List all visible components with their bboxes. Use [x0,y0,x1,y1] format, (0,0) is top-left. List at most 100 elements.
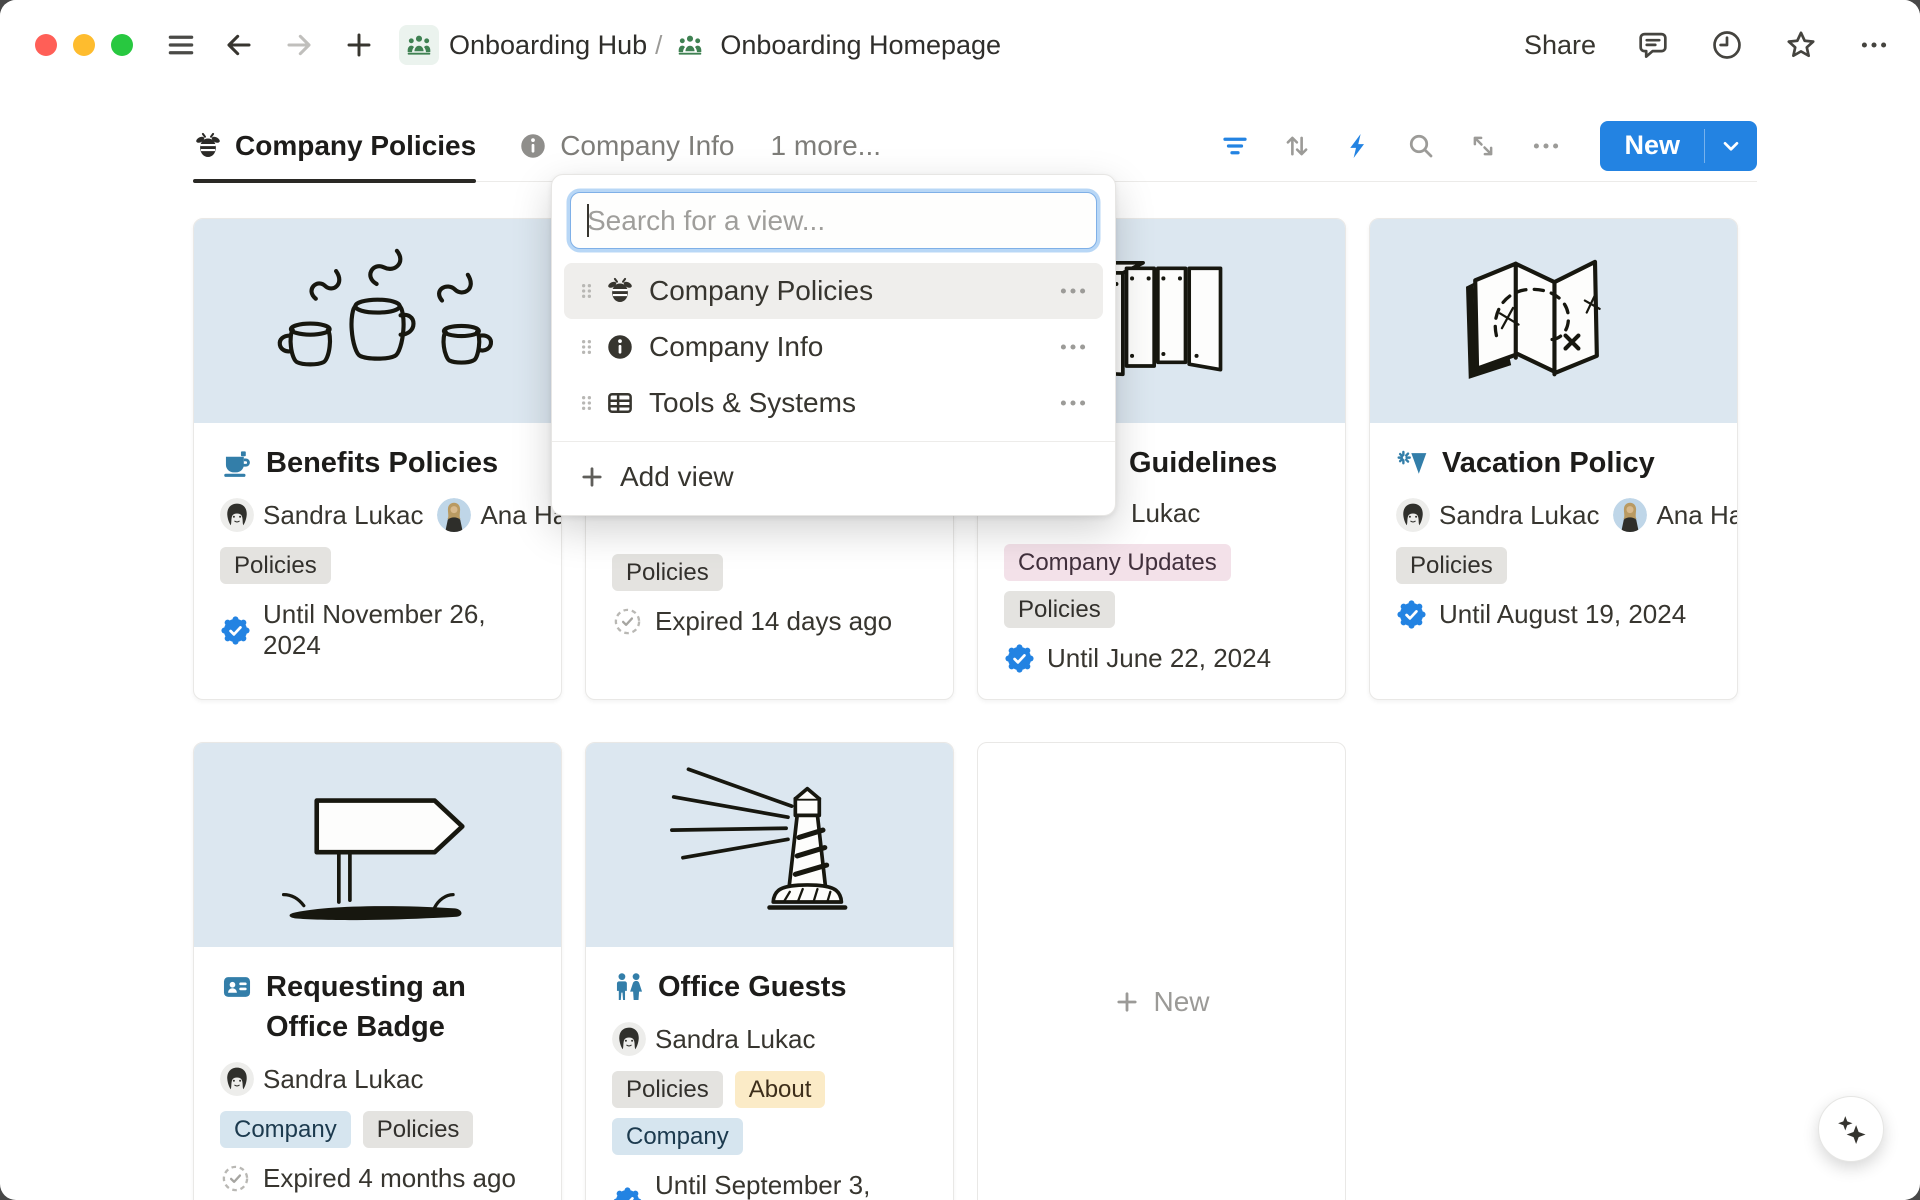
view-option-tools-systems[interactable]: Tools & Systems [564,375,1103,431]
card-people: Sandra Lukac [220,1062,561,1096]
status-text: Expired 14 days ago [655,606,892,637]
tag-policies: Policies [363,1111,474,1148]
card-cover [586,743,953,947]
ai-assistant-button[interactable] [1818,1096,1884,1162]
card-body: Benefits PoliciesSandra LukacAna HauPoli… [194,423,561,661]
person-name: Ana Hau [480,500,561,531]
minimize-window-button[interactable] [73,34,95,56]
card-body: Requesting an Office Badge Sandra Lukac Co… [194,947,561,1194]
favorite-star-icon[interactable] [1784,28,1818,62]
chevron-down-icon[interactable] [1705,121,1757,171]
person: Ana Hau [1613,498,1737,532]
new-button-label[interactable]: New [1600,121,1704,171]
card-status: Until August 19, 2024 [1396,599,1711,630]
search-icon[interactable] [1406,131,1436,161]
tag-about: About [735,1071,826,1108]
window-controls [35,34,133,56]
status-text: Until August 19, 2024 [1439,599,1686,630]
id-badge-icon [220,970,254,1047]
card-status: Until September 3, 2024 [612,1170,927,1200]
card-tags: Policies [1396,547,1711,584]
card-status: Expired 14 days ago [612,606,927,637]
avatar-sandra [220,498,254,532]
notion-window: Onboarding Hub / Onboarding Homepage Sha… [0,0,1920,1200]
bee-icon [193,131,223,161]
table-icon [605,388,635,418]
view-list: Company Policies Company Info Tools & Syst… [552,263,1115,431]
avatar-sandra [612,1022,646,1056]
view-option-label: Company Info [649,331,1053,363]
card-vacation-policy[interactable]: Vacation Policy Sandra Lukac Ana Hau Polici… [1369,218,1738,700]
card-title: Office Guests [612,967,927,1007]
view-settings-icon[interactable] [1530,130,1562,162]
new-card-button[interactable]: New [977,742,1346,1200]
updates-clock-icon[interactable] [1710,28,1744,62]
tag-policies: Policies [612,1071,723,1108]
card-title-text: Vacation Policy [1442,443,1655,483]
more-views-button[interactable]: 1 more... [771,130,881,162]
person: Sandra Lukac [1396,498,1599,532]
tab-company-info[interactable]: Company Info [518,110,734,181]
card-benefits-policies[interactable]: Benefits PoliciesSandra LukacAna HauPoli… [193,218,562,700]
card-tags: Company Policies [220,1111,535,1148]
tag-policies: Policies [1004,591,1115,628]
card-status: Expired 4 months ago [220,1163,535,1194]
view-options-button[interactable] [1053,271,1093,311]
avatar-ana [1613,498,1647,532]
expand-view-icon[interactable] [1468,131,1498,161]
person: Sandra Lukac [220,498,423,532]
map-doodle [1384,224,1724,419]
view-option-company-info[interactable]: Company Info [564,319,1103,375]
card-cover [1370,219,1737,423]
avatar-ana [437,498,471,532]
card-body: Vacation Policy Sandra Lukac Ana Hau Polici… [1370,423,1737,630]
expired-badge-icon [612,606,643,637]
more-options-icon[interactable] [1858,29,1890,61]
view-search-input[interactable] [570,192,1097,249]
card-office-guests[interactable]: Office GuestsSandra LukacPoliciesAboutCo… [585,742,954,1200]
info-icon [605,332,635,362]
person-name: Ana Hau [1656,500,1737,531]
view-option-company-policies[interactable]: Company Policies [564,263,1103,319]
card-cover [194,743,561,947]
share-button[interactable]: Share [1524,30,1596,61]
sort-icon[interactable] [1282,131,1312,161]
breadcrumb-onboarding-homepage[interactable]: Onboarding Homepage [670,25,1001,65]
card-office-badge[interactable]: Requesting an Office Badge Sandra Lukac Co… [193,742,562,1200]
person-name: Sandra Lukac [263,1064,423,1095]
new-button[interactable]: New [1600,121,1757,171]
back-arrow-icon[interactable] [223,29,255,61]
card-title-text: Office Guests [658,967,847,1007]
titlebar: Onboarding Hub / Onboarding Homepage Sha… [0,0,1920,90]
breadcrumb-onboarding-hub[interactable]: Onboarding Hub [399,25,647,65]
maximize-window-button[interactable] [111,34,133,56]
vacation-icon [1396,446,1430,483]
filter-icon[interactable] [1220,131,1250,161]
tag-company: Company [220,1111,351,1148]
view-options-button[interactable] [1053,383,1093,423]
new-page-icon[interactable] [343,29,375,61]
card-tags: Company UpdatesPolicies [1004,544,1319,628]
view-option-label: Company Policies [649,275,1053,307]
card-tags: Policies [220,547,535,584]
tab-company-policies[interactable]: Company Policies [193,110,476,181]
automations-lightning-icon[interactable] [1344,131,1374,161]
forward-arrow-icon[interactable] [283,29,315,61]
card-title: Guidelines [1129,443,1319,483]
tag-policies: Policies [612,554,723,591]
close-window-button[interactable] [35,34,57,56]
drag-handle-icon[interactable] [578,337,595,357]
card-tags: Policies [612,554,927,591]
comments-icon[interactable] [1636,28,1670,62]
person-name: Sandra Lukac [263,500,423,531]
sidebar-menu-icon[interactable] [165,29,197,61]
drag-handle-icon[interactable] [578,281,595,301]
card-title-text: Requesting an Office Badge [266,967,535,1047]
tab-label: Company Info [560,130,734,162]
card-cover [194,219,561,423]
add-view-button[interactable]: Add view [564,451,1103,503]
view-options-button[interactable] [1053,327,1093,367]
drag-handle-icon[interactable] [578,393,595,413]
new-card-label: New [1153,986,1209,1018]
card-people: Lukac [1131,498,1345,529]
